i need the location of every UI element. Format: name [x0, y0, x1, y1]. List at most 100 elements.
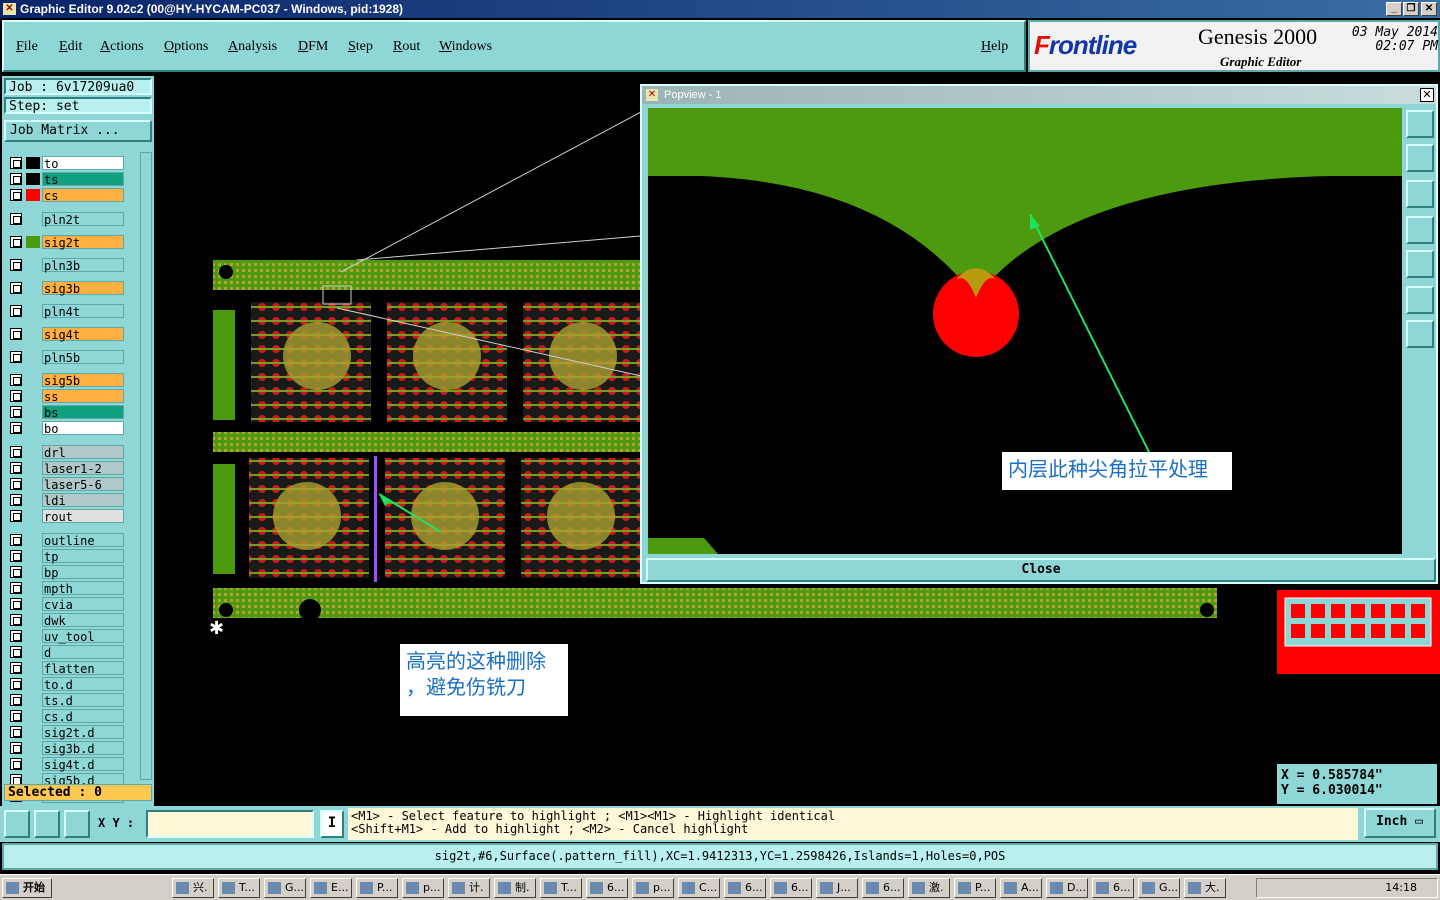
layer-row[interactable]: pln4t	[8, 304, 126, 319]
layer-color-swatch[interactable]	[26, 494, 40, 506]
layer-row[interactable]: cs	[8, 188, 126, 203]
layer-checkbox[interactable]	[10, 710, 22, 722]
layer-checkbox[interactable]	[10, 213, 22, 225]
layer-name[interactable]: sig5b	[42, 373, 124, 388]
layer-row[interactable]: sig2t.d	[8, 725, 126, 740]
menu-windows[interactable]: Windows	[439, 39, 492, 55]
taskbar-item[interactable]: E...	[310, 878, 352, 898]
layer-name[interactable]: sig4t	[42, 327, 124, 342]
layer-color-swatch[interactable]	[26, 694, 40, 706]
taskbar-item[interactable]: 6...	[1092, 878, 1134, 898]
layer-name[interactable]: to	[42, 156, 124, 171]
layer-color-swatch[interactable]	[26, 598, 40, 610]
layer-checkbox[interactable]	[10, 678, 22, 690]
taskbar-item[interactable]: C...	[678, 878, 720, 898]
zoom-home-icon[interactable]	[1406, 110, 1434, 138]
layer-checkbox[interactable]	[10, 630, 22, 642]
layer-color-swatch[interactable]	[26, 351, 40, 363]
layer-row[interactable]: pln2t	[8, 212, 126, 227]
layer-checkbox[interactable]	[10, 462, 22, 474]
layer-color-swatch[interactable]	[26, 406, 40, 418]
menu-help[interactable]: Help	[981, 39, 1008, 55]
overview-map[interactable]	[1277, 584, 1440, 764]
layer-name[interactable]: ts.d	[42, 693, 124, 708]
layer-name[interactable]: ldi	[42, 493, 124, 508]
taskbar-item[interactable]: D...	[1046, 878, 1088, 898]
layer-row[interactable]: sig4t	[8, 327, 126, 342]
layer-row[interactable]: uv_tool	[8, 629, 126, 644]
layer-name[interactable]: laser1-2	[42, 461, 124, 476]
layer-row[interactable]: pln5b	[8, 350, 126, 365]
layer-checkbox[interactable]	[10, 550, 22, 562]
layer-checkbox[interactable]	[10, 646, 22, 658]
layer-row[interactable]: bs	[8, 405, 126, 420]
layer-name[interactable]: bs	[42, 405, 124, 420]
layer-name[interactable]: bo	[42, 421, 124, 436]
menu-dfm[interactable]: DFM	[298, 39, 328, 55]
layer-color-swatch[interactable]	[26, 305, 40, 317]
taskbar-item[interactable]: 激.	[908, 878, 950, 898]
layer-color-swatch[interactable]	[26, 710, 40, 722]
layer-checkbox[interactable]	[10, 422, 22, 434]
menu-actions[interactable]: Actions	[100, 39, 144, 55]
snap-tool-icon[interactable]	[64, 810, 90, 838]
menu-edit[interactable]: Edit	[59, 39, 82, 55]
zoom-in-icon[interactable]	[1406, 286, 1434, 314]
layer-checkbox[interactable]	[10, 189, 22, 201]
unit-selector[interactable]: Inch ▭	[1364, 808, 1436, 838]
taskbar-item[interactable]: 大.	[1184, 878, 1226, 898]
taskbar-item[interactable]: P...	[356, 878, 398, 898]
layer-checkbox[interactable]	[10, 662, 22, 674]
layer-color-swatch[interactable]	[26, 678, 40, 690]
layer-row[interactable]: laser1-2	[8, 461, 126, 476]
taskbar-item[interactable]: 6...	[724, 878, 766, 898]
layer-checkbox[interactable]	[10, 566, 22, 578]
layer-row[interactable]: mpth	[8, 581, 126, 596]
layer-color-swatch[interactable]	[26, 510, 40, 522]
taskbar-item[interactable]: 6...	[770, 878, 812, 898]
layer-checkbox[interactable]	[10, 328, 22, 340]
layer-color-swatch[interactable]	[26, 213, 40, 225]
popview-canvas[interactable]: 内层此种尖角拉平处理	[648, 108, 1402, 554]
taskbar-item[interactable]: p...	[632, 878, 674, 898]
layer-row[interactable]: ts.d	[8, 693, 126, 708]
layer-row[interactable]: outline	[8, 533, 126, 548]
menu-rout[interactable]: Rout	[393, 39, 420, 55]
layer-color-swatch[interactable]	[26, 742, 40, 754]
layer-checkbox[interactable]	[10, 494, 22, 506]
layer-checkbox[interactable]	[10, 259, 22, 271]
layer-row[interactable]: ts	[8, 172, 126, 187]
layer-checkbox[interactable]	[10, 598, 22, 610]
layer-row[interactable]: tp	[8, 549, 126, 564]
layer-row[interactable]: rout	[8, 509, 126, 524]
layer-checkbox[interactable]	[10, 390, 22, 402]
pan-down-icon[interactable]	[1406, 180, 1434, 208]
layer-checkbox[interactable]	[10, 582, 22, 594]
layer-name[interactable]: dwk	[42, 613, 124, 628]
layer-color-swatch[interactable]	[26, 726, 40, 738]
layer-color-swatch[interactable]	[26, 157, 40, 169]
layer-checkbox[interactable]	[10, 351, 22, 363]
layer-row[interactable]: bo	[8, 421, 126, 436]
layer-checkbox[interactable]	[10, 157, 22, 169]
layer-color-swatch[interactable]	[26, 462, 40, 474]
taskbar-item[interactable]: 计.	[448, 878, 490, 898]
layer-checkbox[interactable]	[10, 236, 22, 248]
popview-close-button[interactable]: Close	[646, 558, 1436, 582]
layer-checkbox[interactable]	[10, 758, 22, 770]
layer-row[interactable]: sig5b	[8, 373, 126, 388]
layer-row[interactable]: sig3b	[8, 281, 126, 296]
layer-color-swatch[interactable]	[26, 328, 40, 340]
layer-checkbox[interactable]	[10, 694, 22, 706]
menu-options[interactable]: Options	[164, 39, 208, 55]
layer-name[interactable]: d	[42, 645, 124, 660]
layer-name[interactable]: bp	[42, 565, 124, 580]
xy-input[interactable]	[146, 810, 314, 838]
layer-scrollbar[interactable]	[140, 152, 152, 780]
layer-color-swatch[interactable]	[26, 582, 40, 594]
menu-analysis[interactable]: Analysis	[228, 39, 277, 55]
layer-checkbox[interactable]	[10, 446, 22, 458]
layer-color-swatch[interactable]	[26, 646, 40, 658]
layer-name[interactable]: sig4t.d	[42, 757, 124, 772]
taskbar-item[interactable]: T...	[218, 878, 260, 898]
